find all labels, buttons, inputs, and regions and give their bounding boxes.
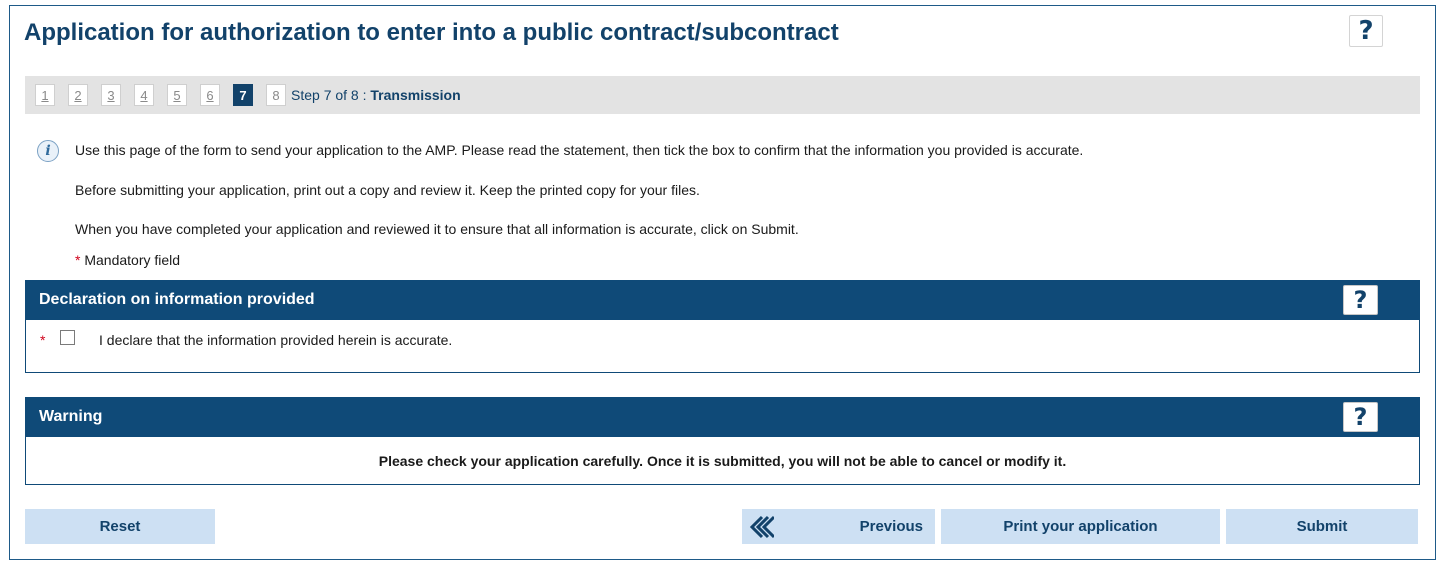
step-label-prefix: Step 7 of 8 :: [291, 87, 371, 103]
mandatory-legend: * Mandatory field: [75, 252, 180, 268]
step-link-3[interactable]: 3: [101, 84, 121, 106]
page-title: Application for authorization to enter i…: [24, 19, 839, 46]
declaration-section-body: * I declare that the information provide…: [25, 320, 1420, 373]
warning-section-header: Warning ?: [25, 397, 1420, 437]
instructions-paragraph-1: Use this page of the form to send your a…: [75, 142, 1084, 158]
previous-button[interactable]: Previous: [742, 509, 935, 544]
reset-button[interactable]: Reset: [25, 509, 215, 544]
help-button-warning[interactable]: ?: [1343, 402, 1378, 432]
submit-button[interactable]: Submit: [1226, 509, 1418, 544]
mandatory-label: Mandatory field: [84, 252, 181, 268]
declaration-section-header: Declaration on information provided ?: [25, 280, 1420, 320]
previous-button-label: Previous: [859, 518, 923, 535]
step-8: 8: [266, 84, 286, 106]
step-link-5[interactable]: 5: [167, 84, 187, 106]
declaration-checkbox-label[interactable]: I declare that the information provided …: [99, 332, 452, 348]
step-current-7: 7: [233, 84, 253, 106]
warning-message: Please check your application carefully.…: [378, 453, 1067, 469]
step-link-1[interactable]: 1: [35, 84, 55, 106]
step-label-name: Transmission: [370, 87, 461, 103]
step-link-2[interactable]: 2: [68, 84, 88, 106]
instructions-paragraph-2: Before submitting your application, prin…: [75, 182, 700, 198]
double-chevron-left-icon: [749, 515, 774, 539]
help-button-declaration[interactable]: ?: [1343, 285, 1378, 315]
required-asterisk: *: [40, 332, 46, 348]
step-navigation: 1 2 3 4 5 6 7 8 Step 7 of 8 : Transmissi…: [25, 76, 1420, 114]
required-asterisk: *: [75, 252, 81, 268]
help-button-title[interactable]: ?: [1349, 15, 1383, 47]
info-icon: i: [37, 140, 59, 162]
declaration-checkbox[interactable]: [60, 330, 75, 345]
warning-section-title: Warning: [39, 408, 103, 425]
instructions-paragraph-3: When you have completed your application…: [75, 221, 799, 237]
print-application-button[interactable]: Print your application: [941, 509, 1220, 544]
warning-section-body: Please check your application carefully.…: [25, 437, 1420, 485]
step-link-4[interactable]: 4: [134, 84, 154, 106]
step-label: Step 7 of 8 : Transmission: [291, 87, 461, 103]
declaration-section-title: Declaration on information provided: [39, 291, 315, 308]
step-link-6[interactable]: 6: [200, 84, 220, 106]
